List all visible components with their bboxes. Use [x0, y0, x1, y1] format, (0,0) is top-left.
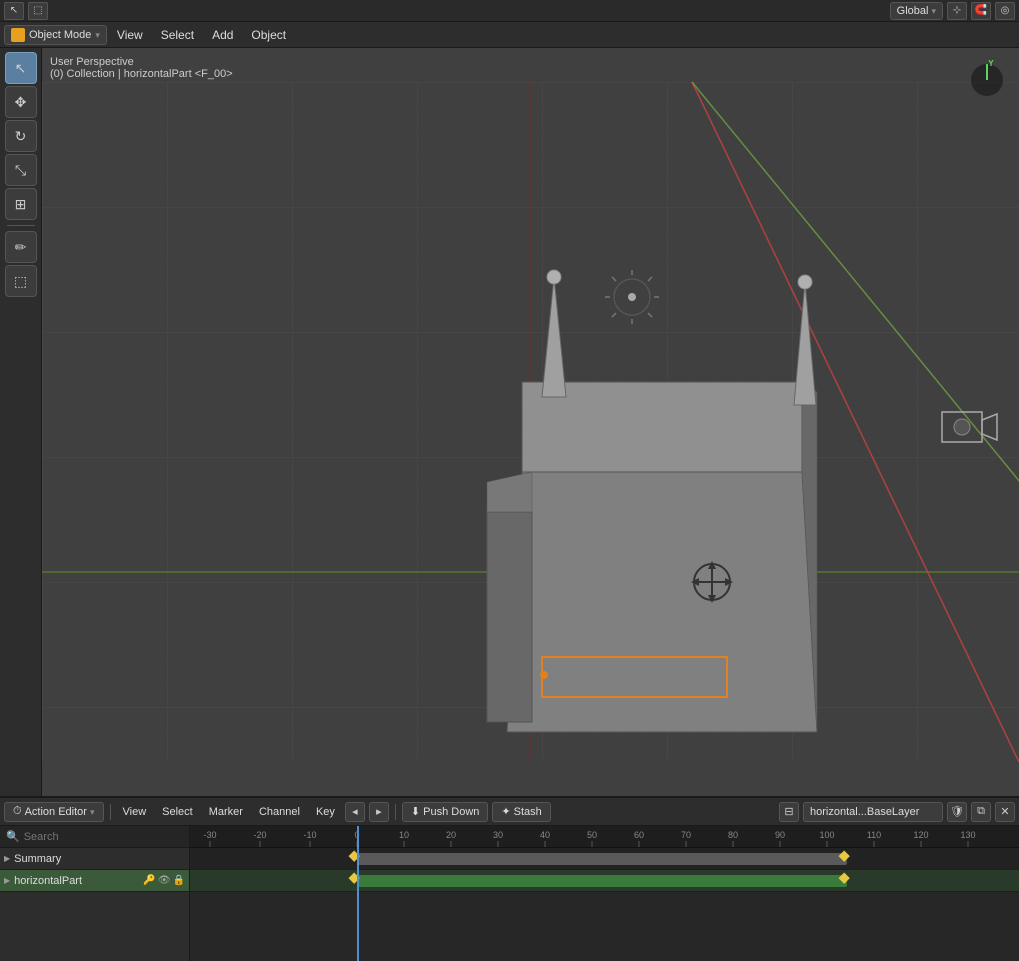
frame-80: 80 — [728, 830, 738, 840]
action-copy-btn[interactable]: ⧉ — [971, 802, 991, 822]
summary-arrow: ▶ — [4, 854, 10, 863]
mode-icon — [11, 28, 25, 42]
editor-type-arrow — [90, 806, 95, 818]
separator-2 — [395, 804, 396, 820]
transform-tool[interactable]: ⊞ — [5, 188, 37, 220]
bottom-select[interactable]: Select — [156, 802, 199, 822]
mode-dropdown[interactable]: Object Mode — [4, 25, 107, 45]
action-unlink-btn[interactable]: ✕ — [995, 802, 1015, 822]
annotate-tool[interactable]: ✏ — [5, 231, 37, 263]
horizontalpart-channel-row[interactable]: ▶ horizontalPart 🔑 👁 🔒 — [0, 870, 189, 892]
frame--20: -20 — [253, 830, 266, 840]
snap-icon[interactable]: 🧲 — [971, 2, 991, 20]
frame-130: 130 — [960, 830, 975, 840]
frame-60: 60 — [634, 830, 644, 840]
separator-1 — [110, 804, 111, 820]
svg-text:Y: Y — [988, 60, 994, 68]
scene-svg — [42, 48, 1019, 796]
frame-ruler: -30 -20 -10 0 10 20 30 40 50 60 — [190, 826, 1019, 848]
action-name-text: horizontal...BaseLayer — [810, 806, 919, 818]
summary-label: Summary — [14, 853, 61, 865]
frame-100: 100 — [819, 830, 834, 840]
bottom-toolbar: ⏱ Action Editor View Select Marker Chann… — [0, 798, 1019, 826]
bottom-view[interactable]: View — [117, 802, 153, 822]
scale-tool[interactable]: ⤡ — [5, 154, 37, 186]
key-menu-arrow-left[interactable]: ◂ — [345, 802, 365, 822]
channel-bar — [357, 875, 847, 887]
bottom-panel: ⏱ Action Editor View Select Marker Chann… — [0, 796, 1019, 961]
frame-90: 90 — [775, 830, 785, 840]
action-shield-btn[interactable]: 🛡 — [947, 802, 967, 822]
frame--10: -10 — [303, 830, 316, 840]
box-select-top[interactable]: ⬚ — [28, 2, 48, 20]
frame-20: 20 — [446, 830, 456, 840]
bottom-key[interactable]: Key — [310, 802, 341, 822]
move-tool[interactable]: ✥ — [5, 86, 37, 118]
mode-label: Object Mode — [29, 29, 91, 41]
frame-10: 10 — [399, 830, 409, 840]
left-sidebar: ↖ ✥ ↻ ⤡ ⊞ ✏ ⬚ — [0, 48, 42, 796]
proportional-icon[interactable]: ◎ — [995, 2, 1015, 20]
summary-channel-row[interactable]: ▶ Summary — [0, 848, 189, 870]
key-menu-arrow-right[interactable]: ▸ — [369, 802, 389, 822]
menu-bar: Object Mode View Select Add Object — [0, 22, 1019, 48]
editor-type-icon: ⏱ — [13, 805, 22, 818]
frame-110: 110 — [867, 830, 881, 840]
rotate-tool[interactable]: ↻ — [5, 120, 37, 152]
top-toolbar: ↖ ⬚ Global ⊹ 🧲 ◎ — [0, 0, 1019, 22]
editor-type-label: Action Editor — [25, 806, 87, 818]
frame-70: 70 — [681, 830, 691, 840]
dopesheet-channel-row — [190, 870, 1019, 892]
search-icon: 🔍 — [6, 830, 20, 843]
timeline-area: 🔍 ▶ Summary ▶ horizontalPart 🔑 👁 🔒 — [0, 826, 1019, 961]
view-options-btn[interactable]: ⊟ — [779, 802, 799, 822]
bottom-marker[interactable]: Marker — [203, 802, 249, 822]
summary-bar — [357, 853, 847, 865]
action-name-field[interactable]: horizontal...BaseLayer — [803, 802, 943, 822]
viewport[interactable]: User Perspective (0) Collection | horizo… — [42, 48, 1019, 796]
channel-eye-icon[interactable]: 👁 — [158, 875, 171, 886]
current-frame-indicator — [357, 826, 359, 961]
menu-select[interactable]: Select — [153, 25, 202, 45]
frame-120: 120 — [913, 830, 928, 840]
frame-40: 40 — [540, 830, 550, 840]
toolbar-right: Global ⊹ 🧲 ◎ — [890, 2, 1015, 20]
global-dropdown-arrow — [931, 5, 936, 17]
frame-50: 50 — [587, 830, 597, 840]
stash-icon: ✦ — [501, 805, 510, 818]
cursor-tool-top[interactable]: ↖ — [4, 2, 24, 20]
menu-add[interactable]: Add — [204, 25, 241, 45]
push-down-icon: ⬇ — [411, 805, 420, 818]
cursor-tool[interactable]: ↖ — [5, 52, 37, 84]
editor-type-selector[interactable]: ⏱ Action Editor — [4, 802, 104, 822]
stash-label: Stash — [514, 806, 542, 818]
channel-label: horizontalPart — [14, 875, 82, 887]
channel-lock-icon[interactable]: 🔒 — [173, 875, 185, 886]
frame-30: 30 — [493, 830, 503, 840]
tool-separator-1 — [7, 225, 35, 226]
transform-pivot-icon[interactable]: ⊹ — [947, 2, 967, 20]
push-down-btn[interactable]: ⬇ Push Down — [402, 802, 488, 822]
channel-list: 🔍 ▶ Summary ▶ horizontalPart 🔑 👁 🔒 — [0, 826, 190, 961]
dopesheet-summary-row — [190, 848, 1019, 870]
stash-btn[interactable]: ✦ Stash — [492, 802, 550, 822]
measure-tool[interactable]: ⬚ — [5, 265, 37, 297]
dopesheet[interactable]: -30 -20 -10 0 10 20 30 40 50 60 — [190, 826, 1019, 961]
channel-arrow: ▶ — [4, 876, 10, 885]
mode-arrow — [95, 29, 100, 41]
menu-view[interactable]: View — [109, 25, 151, 45]
push-down-label: Push Down — [423, 806, 479, 818]
search-bar: 🔍 — [0, 826, 189, 848]
menu-object[interactable]: Object — [243, 25, 294, 45]
axis-indicator: Y — [967, 60, 1007, 100]
channel-pin-icon[interactable]: 🔑 — [143, 875, 155, 886]
frame--30: -30 — [203, 830, 216, 840]
search-input[interactable] — [24, 831, 183, 843]
global-dropdown[interactable]: Global — [890, 2, 943, 20]
bottom-channel[interactable]: Channel — [253, 802, 306, 822]
